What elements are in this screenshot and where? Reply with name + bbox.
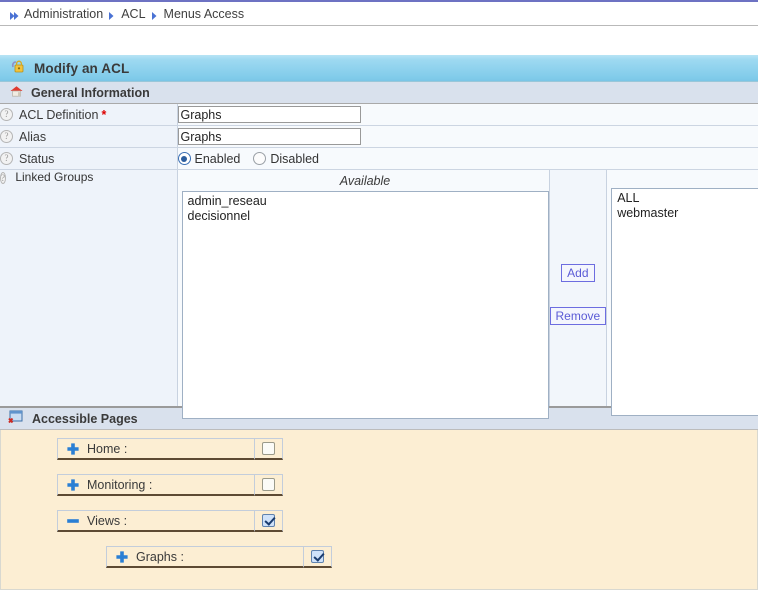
double-chevron-right-icon [9, 10, 21, 22]
list-item[interactable]: decisionnel [188, 209, 548, 224]
menu-label-monitoring: Monitoring : [87, 478, 152, 492]
breadcrumb: Administration ACL Menus Access [0, 0, 758, 26]
checkbox-cell-graphs [304, 546, 332, 568]
selected-groups-listbox[interactable]: ALL webmaster [611, 188, 758, 416]
menu-box-home[interactable]: Home : [57, 438, 255, 460]
field-label-status: Status [19, 152, 54, 166]
add-button[interactable]: Add [561, 264, 594, 282]
field-label-linked-groups: Linked Groups [15, 170, 93, 184]
field-label-acl-definition: ACL Definition [19, 108, 98, 122]
label-cell-alias: ? Alias [0, 126, 177, 148]
acl-form-panel: Modify an ACL General Information ? ACL … [0, 55, 758, 590]
page-title: Modify an ACL [34, 61, 129, 76]
minus-icon[interactable] [66, 514, 80, 528]
menu-row-monitoring: Monitoring : [57, 474, 757, 496]
value-cell-acl-definition [177, 104, 758, 126]
question-mark-icon[interactable]: ? [0, 172, 6, 184]
available-groups-listbox[interactable]: admin_reseau decisionnel [182, 191, 549, 419]
checkbox-views[interactable] [262, 514, 275, 527]
selected-groups-column: ALL webmaster [607, 170, 758, 406]
alias-input[interactable] [178, 128, 361, 145]
value-cell-alias [177, 126, 758, 148]
plus-icon[interactable] [115, 550, 129, 564]
menu-box-graphs[interactable]: Graphs : [106, 546, 304, 568]
radio-label-enabled: Enabled [195, 152, 241, 166]
field-label-alias: Alias [19, 130, 46, 144]
value-cell-status: Enabled Disabled [177, 148, 758, 170]
checkbox-monitoring[interactable] [262, 478, 275, 491]
label-cell-linked-groups: ? Linked Groups [0, 170, 177, 407]
checkbox-cell-monitoring [255, 474, 283, 496]
plus-icon[interactable] [66, 478, 80, 492]
menu-row-views: Views : [57, 510, 757, 532]
menu-row-home: Home : [57, 438, 757, 460]
available-groups-header: Available [182, 173, 549, 191]
acl-definition-input[interactable] [178, 106, 361, 123]
radio-status-disabled[interactable] [253, 152, 266, 165]
lock-key-icon [9, 58, 26, 78]
house-icon [9, 84, 24, 102]
breadcrumb-item-acl[interactable]: ACL [121, 7, 145, 21]
menu-label-home: Home : [87, 442, 127, 456]
checkbox-graphs[interactable] [311, 550, 324, 563]
breadcrumb-item-menus-access[interactable]: Menus Access [164, 7, 245, 21]
list-item[interactable]: webmaster [617, 206, 758, 221]
spacer [0, 26, 758, 55]
transfer-buttons-column: Add Remove [549, 170, 608, 406]
general-information-bar: General Information [0, 82, 758, 104]
panel-title-bar: Modify an ACL [0, 55, 758, 82]
plus-icon[interactable] [66, 442, 80, 456]
menu-box-views[interactable]: Views : [57, 510, 255, 532]
required-marker: * [101, 108, 106, 122]
list-item[interactable]: admin_reseau [188, 194, 548, 209]
chevron-right-icon [106, 10, 118, 22]
value-cell-linked-groups: Available admin_reseau decisionnel Add R… [177, 170, 758, 407]
section-title-accessible-pages: Accessible Pages [32, 412, 138, 426]
section-title-general-information: General Information [31, 86, 150, 100]
label-cell-status: ? Status [0, 148, 177, 170]
breadcrumb-item-administration[interactable]: Administration [24, 7, 103, 21]
question-mark-icon[interactable]: ? [0, 130, 13, 143]
question-mark-icon[interactable]: ? [0, 108, 13, 121]
question-mark-icon[interactable]: ? [0, 152, 13, 165]
radio-label-disabled: Disabled [270, 152, 319, 166]
window-block-icon [8, 409, 24, 428]
checkbox-cell-views [255, 510, 283, 532]
table-row-linked-groups: ? Linked Groups Available admin_reseau d… [0, 170, 758, 407]
table-row-acl-definition: ? ACL Definition * [0, 104, 758, 126]
label-cell-acl-definition: ? ACL Definition * [0, 104, 177, 126]
menu-label-graphs: Graphs : [136, 550, 184, 564]
menu-box-monitoring[interactable]: Monitoring : [57, 474, 255, 496]
checkbox-home[interactable] [262, 442, 275, 455]
menu-label-views: Views : [87, 514, 127, 528]
menu-row-graphs: Graphs : [106, 546, 757, 568]
list-item[interactable]: ALL [617, 191, 758, 206]
general-information-table: ? ACL Definition * ? Alias [0, 104, 758, 406]
accessible-pages-body: Home : Monitoring : Views : [0, 430, 758, 590]
available-groups-column: Available admin_reseau decisionnel [178, 170, 549, 406]
chevron-right-icon [149, 10, 161, 22]
table-row-alias: ? Alias [0, 126, 758, 148]
remove-button[interactable]: Remove [550, 307, 607, 325]
radio-status-enabled[interactable] [178, 152, 191, 165]
table-row-status: ? Status Enabled Disabled [0, 148, 758, 170]
checkbox-cell-home [255, 438, 283, 460]
